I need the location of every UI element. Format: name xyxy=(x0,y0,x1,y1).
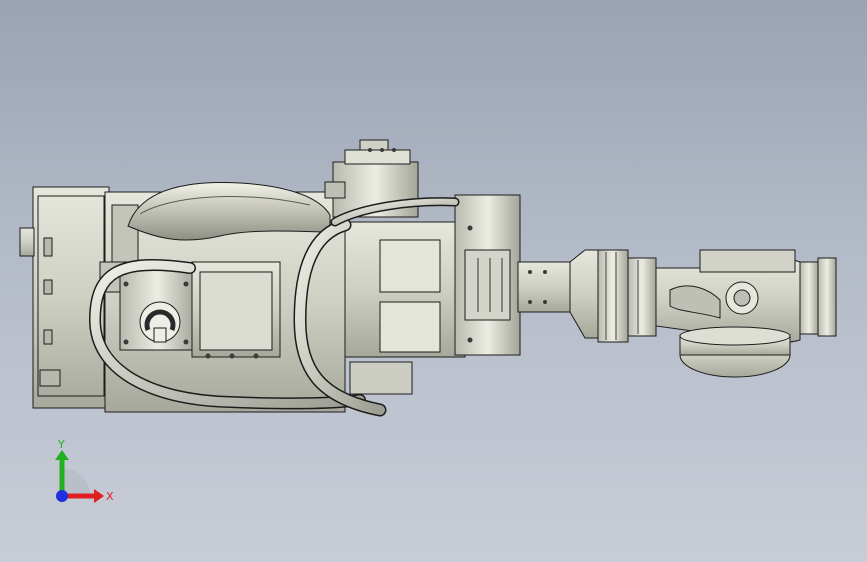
base-flange xyxy=(19,227,35,257)
forearm-tube xyxy=(597,249,629,343)
wrist-flange xyxy=(817,257,837,337)
triad-z-axis xyxy=(56,490,68,502)
upper-cover xyxy=(127,182,331,241)
robot-arm-assembly-model[interactable] xyxy=(0,0,867,562)
triad-x-label: X xyxy=(106,490,114,503)
wrist-flange-ring xyxy=(799,261,819,335)
graphics-viewport[interactable]: Y X xyxy=(0,0,867,562)
triad-y-label: Y xyxy=(57,438,65,451)
coordinate-triad-icon: Y X xyxy=(55,438,114,503)
forearm-link xyxy=(517,261,571,313)
forearm-taper xyxy=(569,249,601,339)
